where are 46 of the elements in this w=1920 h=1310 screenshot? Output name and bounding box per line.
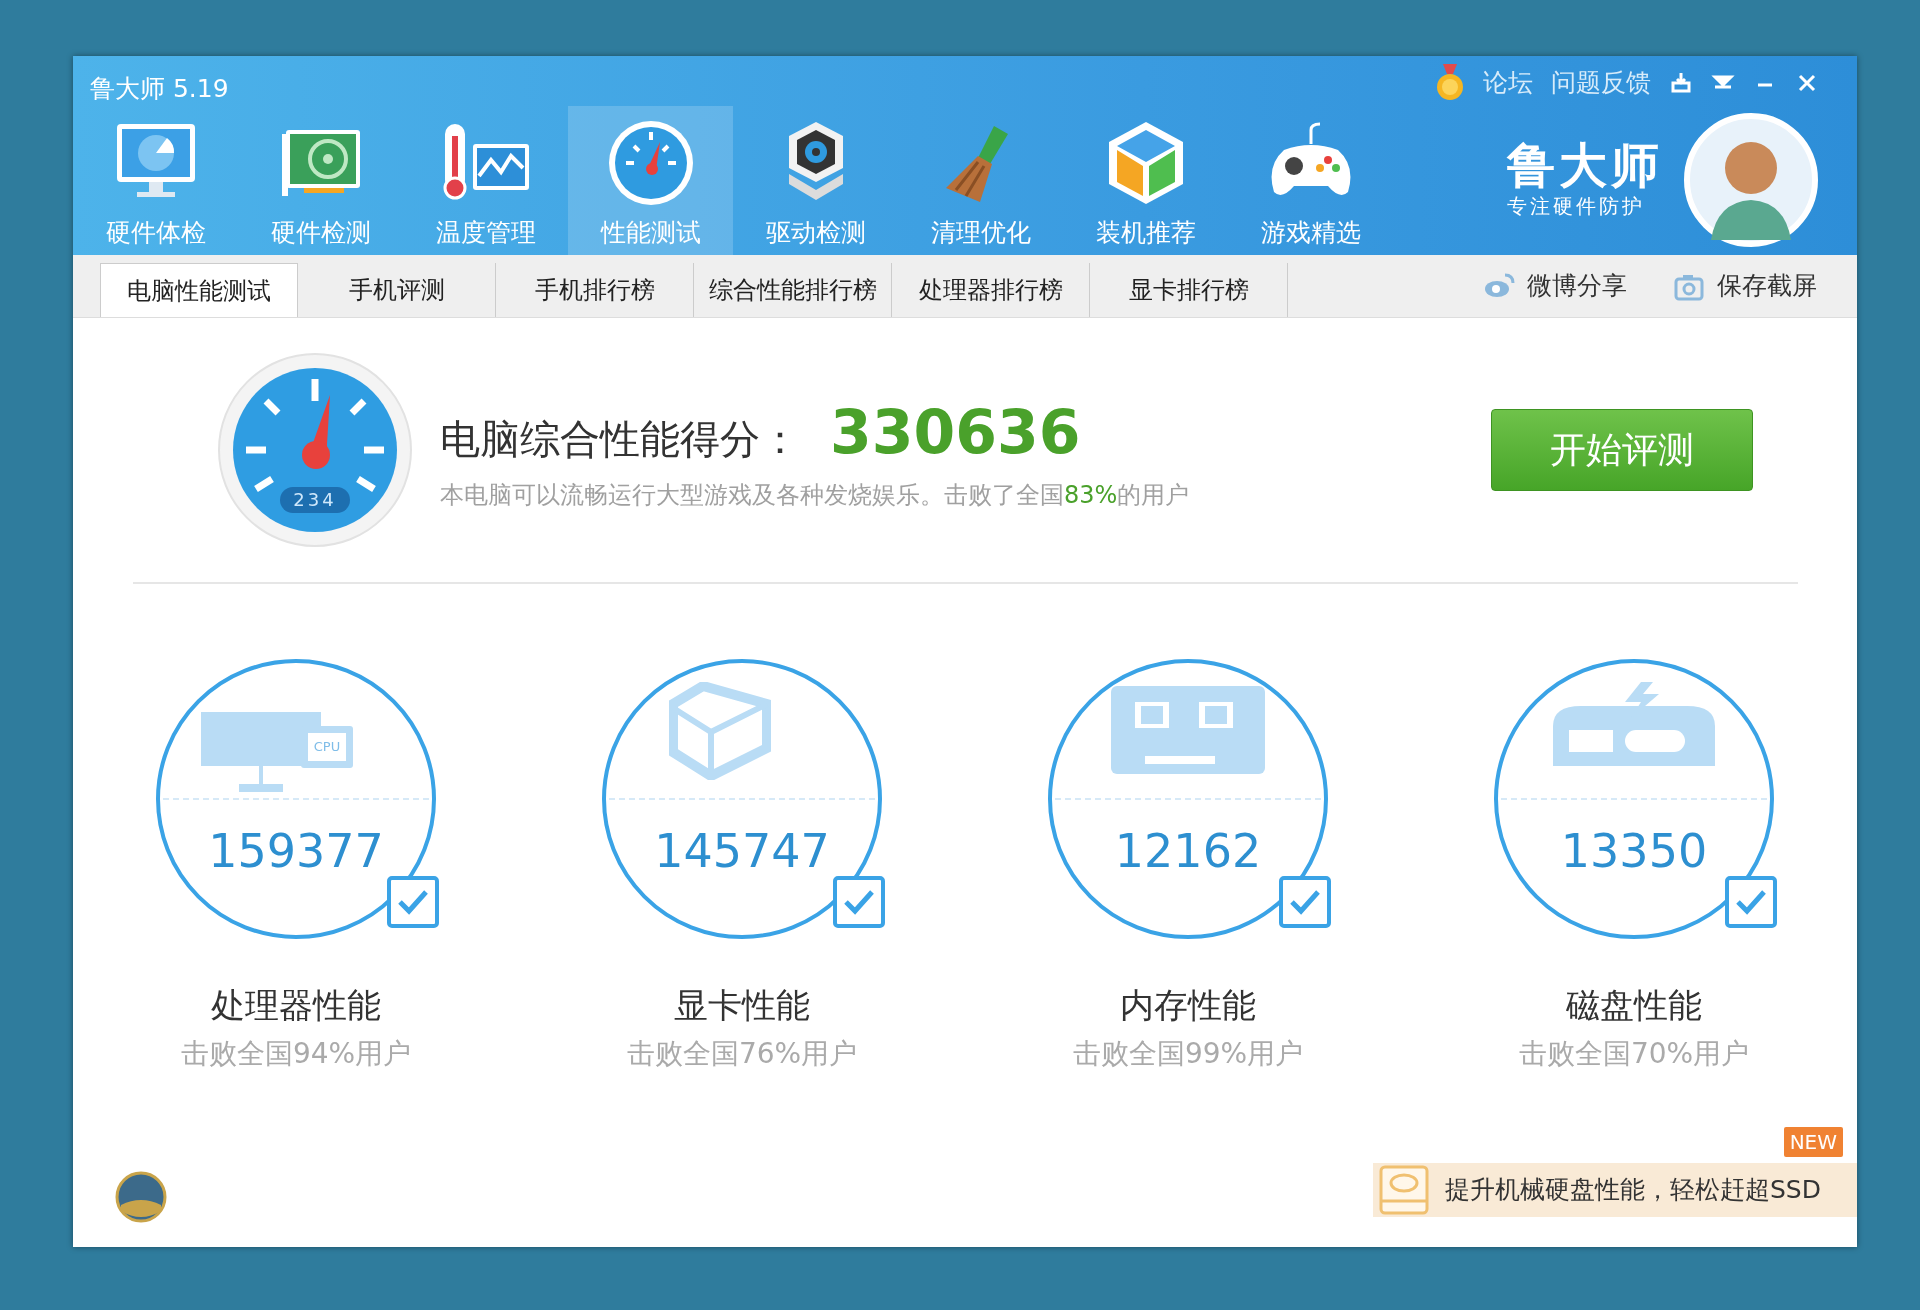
nav-tab[interactable]: 驱动检测 (733, 106, 898, 255)
score-label: 电脑综合性能得分： (440, 415, 800, 464)
hard-drive-icon (1379, 1165, 1429, 1215)
sub-tab[interactable]: 电脑性能测试 (100, 263, 298, 317)
start-test-button[interactable]: 开始评测 (1491, 409, 1753, 491)
dial-reading: 234 (292, 488, 338, 512)
sub-tab[interactable]: 显卡排行榜 (1090, 263, 1288, 317)
medal-icon[interactable] (1435, 64, 1465, 102)
header-link[interactable]: 问题反馈 (1551, 64, 1651, 102)
component-rank: 击败全国76%用户 (626, 1036, 858, 1072)
score-number: 159377 (207, 828, 385, 874)
nav-tab[interactable]: 硬件检测 (238, 106, 403, 255)
brand-slogan: 专注硬件防护 (1507, 193, 1646, 221)
component-name: 内存性能 (1120, 984, 1256, 1027)
sub-tab[interactable]: 综合性能排行榜 (694, 263, 892, 317)
sub-tab[interactable]: 处理器排行榜 (892, 263, 1090, 317)
component-name: 处理器性能 (211, 984, 381, 1027)
score-description: 本电脑可以流畅运行大型游戏及各种发烧娱乐。击败了全国83%的用户 (440, 480, 1190, 511)
chip-label: CPU (312, 738, 342, 756)
score-number: 13350 (1559, 828, 1709, 874)
score-number: 145747 (653, 828, 831, 874)
download-icon[interactable] (1669, 71, 1693, 95)
sub-tab[interactable]: 手机评测 (298, 263, 496, 317)
window-title: 鲁大师 5.19 (90, 73, 229, 105)
nav-tab[interactable]: 性能测试 (568, 106, 733, 255)
component-rank: 击败全国99%用户 (1072, 1036, 1304, 1072)
nav-tab[interactable]: 装机推荐 (1063, 106, 1228, 255)
header-link[interactable]: 论坛 (1483, 64, 1533, 102)
component-name: 磁盘性能 (1566, 984, 1702, 1027)
nav-tab[interactable]: 清理优化 (898, 106, 1063, 255)
nav-tab[interactable]: 硬件体检 (73, 106, 238, 255)
speedometer-icon (216, 351, 414, 549)
promo-banner[interactable]: 提升机械硬盘性能，轻松赶超SSD (1373, 1163, 1857, 1217)
component-rank: 击败全国94%用户 (180, 1036, 412, 1072)
toolbar-button[interactable]: 微博分享 (1477, 266, 1633, 306)
globe-icon[interactable] (115, 1171, 167, 1223)
score-number: 12162 (1113, 828, 1263, 874)
score-value: 330636 (830, 396, 1081, 469)
toolbar-button[interactable]: 保存截屏 (1667, 266, 1823, 306)
sub-tab[interactable]: 手机排行榜 (496, 263, 694, 317)
brand-name: 鲁大师 (1507, 138, 1663, 192)
nav-tab[interactable]: 游戏精选 (1228, 106, 1393, 255)
component-rank: 击败全国70%用户 (1518, 1036, 1750, 1072)
component-name: 显卡性能 (674, 984, 810, 1027)
new-badge: NEW (1783, 1127, 1843, 1157)
nav-tab[interactable]: 温度管理 (403, 106, 568, 255)
